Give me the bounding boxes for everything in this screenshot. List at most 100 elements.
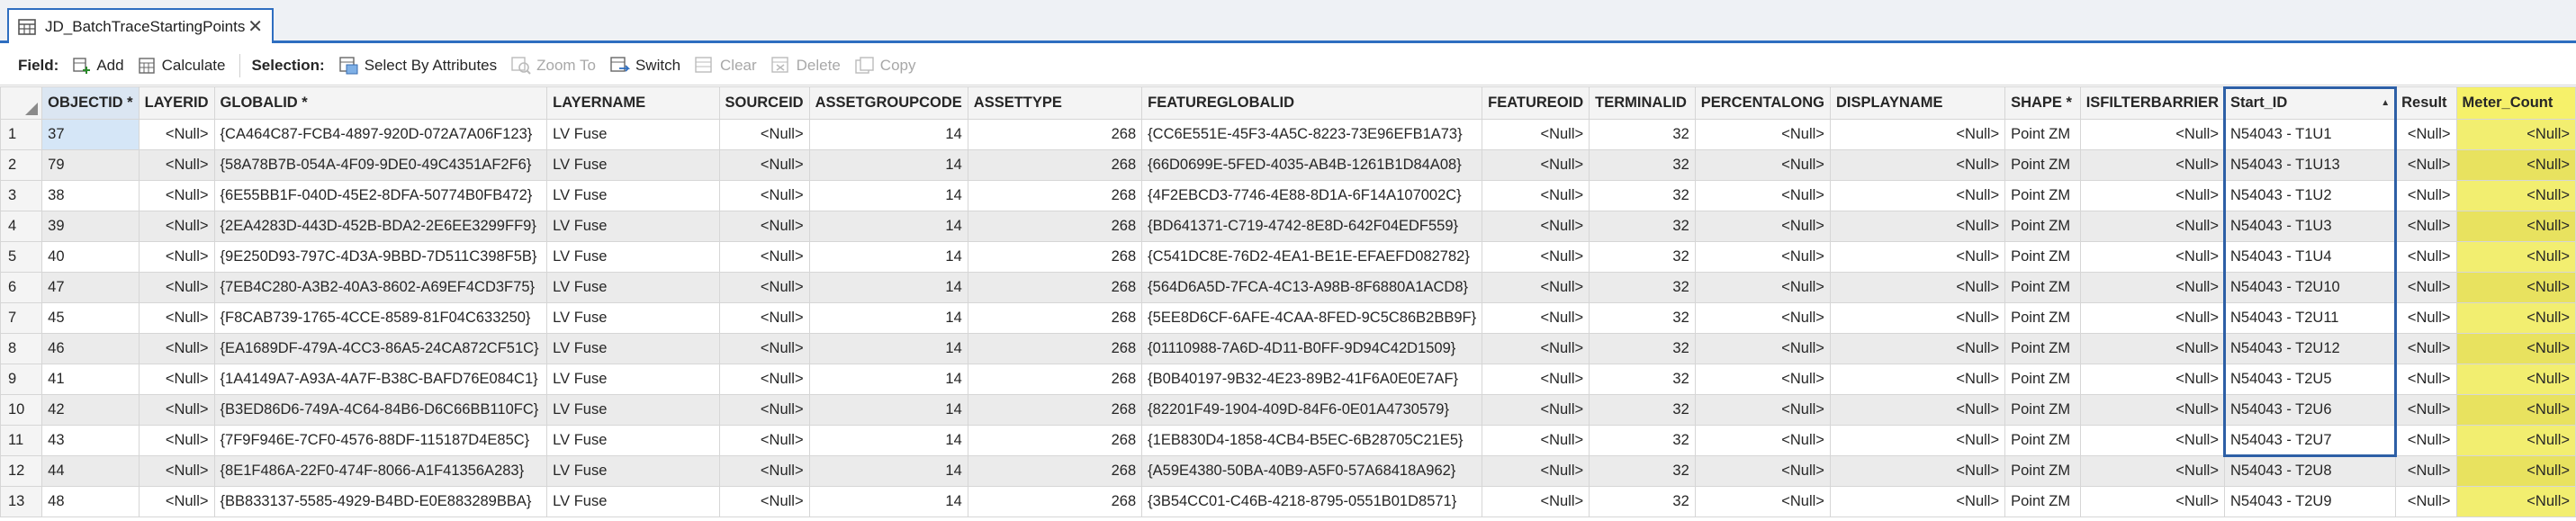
- table-cell[interactable]: 44: [41, 455, 140, 487]
- table-cell[interactable]: {A59E4380-50BA-40B9-A5F0-57A68418A962}: [1141, 455, 1483, 487]
- table-cell[interactable]: <Null>: [2079, 211, 2225, 242]
- table-cell[interactable]: N54043 - T2U6: [2223, 394, 2397, 426]
- table-cell[interactable]: N54043 - T2U8: [2223, 455, 2397, 487]
- table-cell[interactable]: Point ZM: [2004, 241, 2081, 273]
- table-cell[interactable]: <Null>: [1482, 149, 1590, 181]
- table-cell[interactable]: 14: [808, 302, 968, 334]
- table-cell[interactable]: <Null>: [718, 364, 810, 395]
- table-cell[interactable]: <Null>: [718, 211, 810, 242]
- table-cell[interactable]: <Null>: [2455, 333, 2576, 364]
- table-cell[interactable]: <Null>: [1694, 180, 1831, 211]
- table-cell[interactable]: <Null>: [2455, 180, 2576, 211]
- column-header-featureoid[interactable]: FEATUREOID: [1482, 86, 1590, 120]
- table-cell[interactable]: <Null>: [2079, 333, 2225, 364]
- table-cell[interactable]: 268: [967, 394, 1143, 426]
- table-cell[interactable]: <Null>: [2395, 486, 2457, 517]
- table-cell[interactable]: <Null>: [718, 333, 810, 364]
- table-cell[interactable]: Point ZM: [2004, 364, 2081, 395]
- table-cell[interactable]: <Null>: [138, 149, 215, 181]
- table-cell[interactable]: <Null>: [138, 333, 215, 364]
- table-cell[interactable]: LV Fuse: [546, 302, 720, 334]
- table-cell[interactable]: <Null>: [2395, 241, 2457, 273]
- column-header-objectid[interactable]: OBJECTID *: [41, 86, 140, 120]
- table-cell[interactable]: <Null>: [2455, 455, 2576, 487]
- table-cell[interactable]: {CC6E551E-45F3-4A5C-8223-73E96EFB1A73}: [1141, 119, 1483, 150]
- table-row[interactable]: 9 41 <Null> {1A4149A7-A93A-4A7F-B38C-BAFD76…: [0, 364, 2576, 395]
- table-cell[interactable]: <Null>: [1482, 241, 1590, 273]
- table-cell[interactable]: <Null>: [138, 425, 215, 456]
- row-number[interactable]: 9: [0, 364, 43, 395]
- column-header-layername[interactable]: LAYERNAME: [546, 86, 720, 120]
- table-cell[interactable]: 32: [1589, 211, 1696, 242]
- table-cell[interactable]: Point ZM: [2004, 486, 2081, 517]
- table-cell[interactable]: LV Fuse: [546, 149, 720, 181]
- table-cell[interactable]: <Null>: [718, 241, 810, 273]
- row-number[interactable]: 11: [0, 425, 43, 456]
- table-cell[interactable]: <Null>: [1482, 333, 1590, 364]
- table-cell[interactable]: {7F9F946E-7CF0-4576-88DF-115187D4E85C}: [213, 425, 548, 456]
- table-row[interactable]: 10 42 <Null> {B3ED86D6-749A-4C64-84B6-D6C66…: [0, 394, 2576, 426]
- table-cell[interactable]: <Null>: [2395, 211, 2457, 242]
- table-cell[interactable]: <Null>: [1694, 211, 1831, 242]
- column-header-start-id[interactable]: Start_ID ▲: [2223, 86, 2397, 120]
- table-cell[interactable]: <Null>: [1694, 394, 1831, 426]
- row-number[interactable]: 12: [0, 455, 43, 487]
- select-all-corner[interactable]: [0, 86, 43, 120]
- table-cell[interactable]: <Null>: [2395, 272, 2457, 303]
- table-cell[interactable]: N54043 - T1U1: [2223, 119, 2397, 150]
- row-number[interactable]: 2: [0, 149, 43, 181]
- table-cell[interactable]: <Null>: [1829, 364, 2006, 395]
- table-cell[interactable]: {1A4149A7-A93A-4A7F-B38C-BAFD76E084C1}: [213, 364, 548, 395]
- table-cell[interactable]: 14: [808, 241, 968, 273]
- table-cell[interactable]: LV Fuse: [546, 272, 720, 303]
- table-cell[interactable]: 268: [967, 333, 1143, 364]
- column-header-shape[interactable]: SHAPE *: [2004, 86, 2081, 120]
- table-cell[interactable]: <Null>: [1829, 241, 2006, 273]
- table-cell[interactable]: 268: [967, 241, 1143, 273]
- table-cell[interactable]: <Null>: [1829, 455, 2006, 487]
- table-cell[interactable]: <Null>: [1829, 394, 2006, 426]
- table-cell[interactable]: <Null>: [2079, 486, 2225, 517]
- table-cell[interactable]: <Null>: [2395, 455, 2457, 487]
- table-cell[interactable]: <Null>: [2395, 302, 2457, 334]
- table-cell[interactable]: {3B54CC01-C46B-4218-8795-0551B01D8571}: [1141, 486, 1483, 517]
- table-cell[interactable]: <Null>: [2455, 272, 2576, 303]
- row-number[interactable]: 3: [0, 180, 43, 211]
- table-cell[interactable]: <Null>: [138, 394, 215, 426]
- table-cell[interactable]: <Null>: [2079, 425, 2225, 456]
- table-cell[interactable]: <Null>: [1694, 455, 1831, 487]
- table-cell[interactable]: {7EB4C280-A3B2-40A3-8602-A69EF4CD3F75}: [213, 272, 548, 303]
- table-cell[interactable]: 14: [808, 333, 968, 364]
- table-cell[interactable]: 42: [41, 394, 140, 426]
- table-cell[interactable]: <Null>: [718, 272, 810, 303]
- table-cell[interactable]: LV Fuse: [546, 211, 720, 242]
- table-cell[interactable]: <Null>: [1829, 302, 2006, 334]
- row-number[interactable]: 1: [0, 119, 43, 150]
- table-cell[interactable]: <Null>: [1694, 364, 1831, 395]
- table-row[interactable]: 4 39 <Null> {2EA4283D-443D-452B-BDA2-2E6EE3…: [0, 211, 2576, 242]
- table-row[interactable]: 8 46 <Null> {EA1689DF-479A-4CC3-86A5-24CA87…: [0, 333, 2576, 364]
- table-cell[interactable]: 14: [808, 455, 968, 487]
- table-cell[interactable]: <Null>: [718, 425, 810, 456]
- table-cell[interactable]: <Null>: [1694, 119, 1831, 150]
- column-header-layerid[interactable]: LAYERID: [138, 86, 215, 120]
- table-cell[interactable]: LV Fuse: [546, 119, 720, 150]
- table-cell[interactable]: <Null>: [138, 241, 215, 273]
- table-cell[interactable]: <Null>: [138, 272, 215, 303]
- table-row[interactable]: 11 43 <Null> {7F9F946E-7CF0-4576-88DF-11518…: [0, 425, 2576, 456]
- table-cell[interactable]: {4F2EBCD3-7746-4E88-8D1A-6F14A107002C}: [1141, 180, 1483, 211]
- column-header-assetgroupcode[interactable]: ASSETGROUPCODE: [808, 86, 968, 120]
- column-header-terminalid[interactable]: TERMINALID: [1589, 86, 1696, 120]
- table-cell[interactable]: <Null>: [1482, 425, 1590, 456]
- table-cell[interactable]: {1EB830D4-1858-4CB4-B5EC-6B28705C21E5}: [1141, 425, 1483, 456]
- table-cell[interactable]: <Null>: [2079, 394, 2225, 426]
- table-cell[interactable]: 14: [808, 119, 968, 150]
- column-header-sourceid[interactable]: SOURCEID: [718, 86, 810, 120]
- table-cell[interactable]: LV Fuse: [546, 180, 720, 211]
- column-header-assettype[interactable]: ASSETTYPE: [967, 86, 1143, 120]
- table-cell[interactable]: <Null>: [138, 455, 215, 487]
- table-cell[interactable]: N54043 - T1U4: [2223, 241, 2397, 273]
- table-cell[interactable]: 14: [808, 272, 968, 303]
- zoom-to-button[interactable]: Zoom To: [511, 57, 596, 75]
- table-row[interactable]: 6 47 <Null> {7EB4C280-A3B2-40A3-8602-A69EF4…: [0, 272, 2576, 303]
